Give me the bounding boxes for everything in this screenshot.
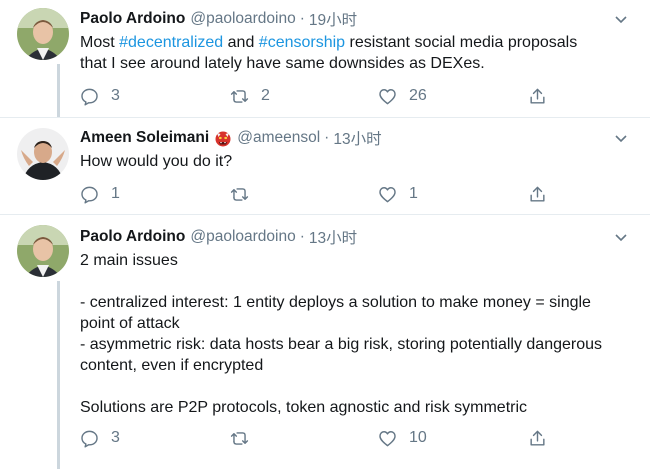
retweet-button[interactable]: 2	[230, 85, 270, 107]
tweet-text: Most #decentralized and #censorship resi…	[80, 32, 638, 74]
retweet-icon	[230, 431, 249, 445]
reply-button[interactable]: 3	[80, 85, 120, 107]
text-part: How would you do it?	[80, 153, 233, 170]
heart-icon	[379, 186, 396, 202]
tweet-thread: Paolo Ardoino @paoloardoino · 19小时 Most …	[0, 0, 650, 469]
reply-count: 3	[111, 87, 120, 104]
tweet-actions: 3 10	[80, 427, 550, 449]
ogre-face-emoji	[215, 131, 231, 147]
like-button[interactable]: 10	[378, 427, 427, 449]
retweet-icon	[230, 187, 249, 201]
retweet-button[interactable]	[230, 183, 249, 205]
chevron-down-icon[interactable]	[614, 230, 628, 244]
retweet-icon	[230, 89, 249, 103]
share-button[interactable]	[528, 427, 547, 449]
user-handle[interactable]: @ameensol	[237, 129, 320, 147]
thread-line	[57, 281, 60, 469]
display-name[interactable]: Ameen Soleimani	[80, 129, 209, 147]
heart-icon	[379, 88, 396, 104]
chevron-down-icon[interactable]	[614, 12, 628, 26]
separator: ·	[299, 10, 305, 27]
chevron-down-icon[interactable]	[614, 131, 628, 145]
share-button[interactable]	[528, 85, 547, 107]
tweet-content: Paolo Ardoino @paoloardoino · 13小时 2 mai…	[80, 227, 638, 418]
reply-button[interactable]: 1	[80, 183, 120, 205]
timestamp[interactable]: 13小时	[333, 127, 381, 149]
text-part: Most	[80, 34, 120, 51]
tweet-content: Paolo Ardoino @paoloardoino · 19小时 Most …	[80, 9, 638, 74]
timestamp[interactable]: 13小时	[309, 226, 357, 248]
share-icon	[530, 88, 545, 104]
retweet-button[interactable]	[230, 427, 249, 449]
thread-line	[57, 64, 60, 117]
tweet[interactable]: Ameen Soleimani @ameensol · 13小时 How wou…	[0, 117, 650, 214]
tweet[interactable]: Paolo Ardoino @paoloardoino · 13小时 2 mai…	[0, 214, 650, 469]
separator: ·	[324, 129, 330, 146]
like-button[interactable]: 26	[378, 85, 427, 107]
tweet-header: Paolo Ardoino @paoloardoino · 13小时	[80, 227, 638, 247]
reply-count: 3	[111, 429, 120, 446]
like-count: 10	[409, 429, 427, 446]
tweet-header: Ameen Soleimani @ameensol · 13小时	[80, 128, 638, 148]
separator: ·	[299, 228, 305, 245]
user-handle[interactable]: @paoloardoino	[190, 10, 295, 28]
share-icon	[530, 186, 545, 202]
tweet[interactable]: Paolo Ardoino @paoloardoino · 19小时 Most …	[0, 0, 650, 117]
heart-icon	[379, 430, 396, 446]
avatar[interactable]	[17, 8, 69, 60]
text-part: and	[223, 34, 259, 51]
avatar[interactable]	[17, 128, 69, 180]
user-handle[interactable]: @paoloardoino	[190, 228, 295, 246]
tweet-header: Paolo Ardoino @paoloardoino · 19小时	[80, 9, 638, 29]
reply-button[interactable]: 3	[80, 427, 120, 449]
like-button[interactable]: 1	[378, 183, 418, 205]
like-count: 26	[409, 87, 427, 104]
tweet-content: Ameen Soleimani @ameensol · 13小时 How wou…	[80, 128, 638, 172]
display-name[interactable]: Paolo Ardoino	[80, 228, 185, 246]
tweet-text: How would you do it?	[80, 151, 638, 172]
tweet-text: 2 main issues - centralized interest: 1 …	[80, 250, 638, 418]
reply-icon	[81, 186, 98, 204]
retweet-count: 2	[261, 87, 270, 104]
hashtag-link[interactable]: #censorship	[259, 34, 345, 51]
like-count: 1	[409, 185, 418, 202]
display-name[interactable]: Paolo Ardoino	[80, 10, 185, 28]
reply-icon	[81, 88, 98, 106]
share-button[interactable]	[528, 183, 547, 205]
timestamp[interactable]: 19小时	[309, 8, 357, 30]
reply-icon	[81, 430, 98, 448]
text-part: 2 main issues - centralized interest: 1 …	[80, 252, 603, 416]
hashtag-link[interactable]: #decentralized	[119, 34, 223, 51]
share-icon	[530, 430, 545, 446]
tweet-actions: 3 2 26	[80, 85, 550, 107]
reply-count: 1	[111, 185, 120, 202]
tweet-actions: 1 1	[80, 183, 550, 205]
avatar[interactable]	[17, 225, 69, 277]
